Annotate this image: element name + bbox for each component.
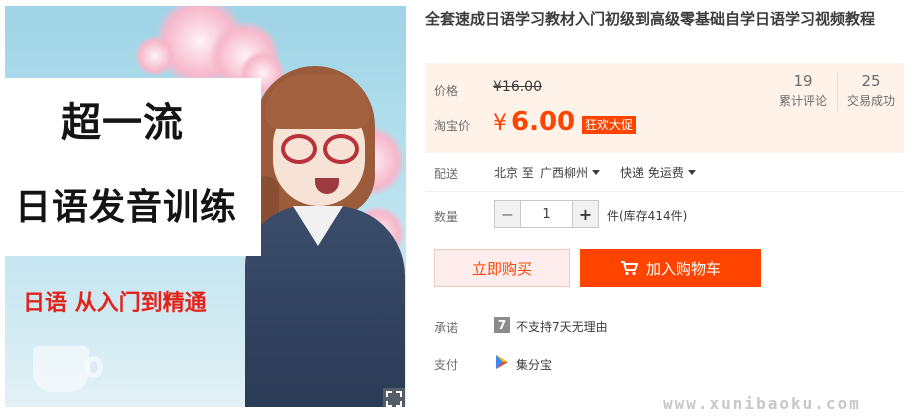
image-headline: 超一流 <box>61 100 184 146</box>
promo-price-label: 淘宝价 <box>434 119 471 133</box>
image-tagline: 日语 从入门到精通 <box>23 291 207 316</box>
sales-count: 25 <box>861 72 881 90</box>
product-main-image[interactable]: 超一流 日语发音训练 日语 从入门到精通 <box>5 6 406 407</box>
price-currency: ¥ <box>493 111 507 136</box>
quantity-stepper: − + <box>494 200 599 228</box>
promise-text[interactable]: 不支持7天无理由 <box>516 318 608 335</box>
cup-decoration <box>33 346 89 392</box>
stock-info: 件(库存414件) <box>607 209 688 223</box>
shipping-method: 快递 免运费 <box>620 166 684 180</box>
original-price: ¥16.00 <box>493 79 542 95</box>
quantity-label: 数量 <box>434 210 459 224</box>
review-count-stat[interactable]: 19 累计评论 <box>775 72 831 110</box>
add-to-cart-label: 加入购物车 <box>645 259 721 278</box>
shopping-cart-icon <box>620 260 638 276</box>
price-panel: 价格 ¥16.00 淘宝价 ¥ 6.00 狂欢大促 19 累计评论 25 交易成… <box>425 63 904 153</box>
stat-divider <box>837 73 838 111</box>
seven-day-return-icon: 7 <box>494 317 510 333</box>
add-to-cart-button[interactable]: 加入购物车 <box>580 249 761 287</box>
buy-now-button[interactable]: 立即购买 <box>434 249 570 287</box>
price-label: 价格 <box>434 84 459 98</box>
shipping-method-select[interactable]: 快递 免运费 <box>620 164 696 181</box>
shipping-label: 配送 <box>434 167 459 181</box>
shipping-destination: 广西柳州 <box>540 166 589 180</box>
shipping-origin: 北京 至 <box>494 166 534 180</box>
shipping-destination-select[interactable]: 广西柳州 <box>540 164 601 181</box>
quantity-increase-button[interactable]: + <box>572 201 598 227</box>
quantity-input[interactable] <box>521 201 572 227</box>
sales-count-stat[interactable]: 25 交易成功 <box>843 72 899 110</box>
promise-label: 承诺 <box>434 321 459 335</box>
image-subheadline: 日语发音训练 <box>15 187 238 228</box>
chevron-down-icon <box>592 170 601 175</box>
payment-label: 支付 <box>434 358 459 372</box>
promo-badge: 狂欢大促 <box>582 116 637 134</box>
quantity-decrease-button[interactable]: − <box>495 201 521 227</box>
watermark: www.xunibaoku.com <box>663 394 861 413</box>
review-count: 19 <box>793 72 813 90</box>
sales-count-label: 交易成功 <box>846 94 895 108</box>
blossom-decoration <box>135 36 175 76</box>
divider <box>425 191 904 192</box>
chevron-down-icon <box>687 170 696 175</box>
product-title: 全套速成日语学习教材入门初级到高级零基础自学日语学习视频教程 <box>425 10 876 28</box>
payment-method[interactable]: 集分宝 <box>516 356 552 373</box>
promo-price: 6.00 <box>511 107 576 137</box>
jifenbao-icon <box>494 354 510 370</box>
review-count-label: 累计评论 <box>778 94 827 108</box>
buy-now-label: 立即购买 <box>471 259 532 278</box>
expand-icon[interactable] <box>383 388 405 407</box>
cup-handle-decoration <box>85 356 103 378</box>
